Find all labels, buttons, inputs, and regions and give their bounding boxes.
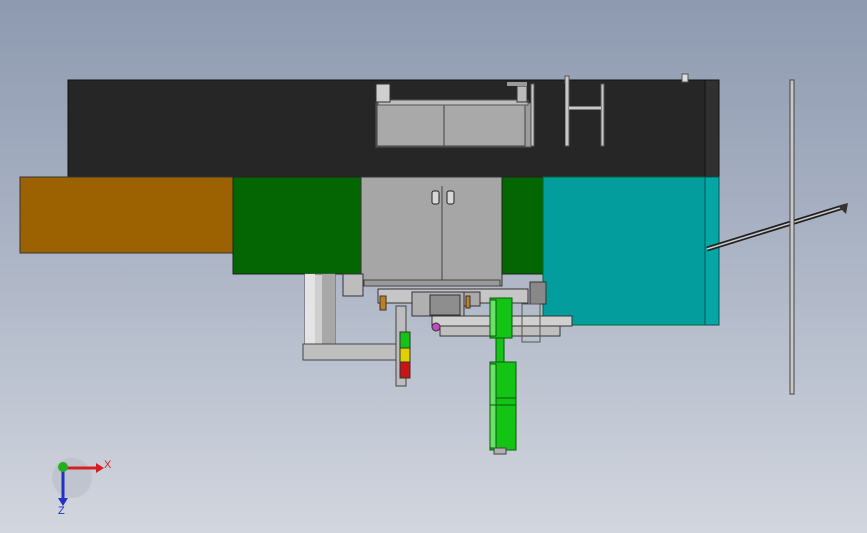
- green-panel-left: [232, 176, 362, 275]
- signal-light-tower: [399, 331, 411, 379]
- vertical-rod: [789, 79, 795, 395]
- l-bracket: [302, 343, 411, 361]
- coordinate-triad: X Z: [52, 458, 112, 517]
- cabinet-handle-left: [431, 190, 440, 205]
- brown-side-panel: [19, 176, 236, 254]
- x-axis-label: X: [104, 459, 112, 471]
- y-axis-dot: [58, 462, 68, 472]
- green-panel-right: [501, 176, 546, 275]
- z-axis-label: Z: [58, 505, 65, 517]
- cyan-panel: [542, 176, 720, 326]
- grey-support-column: [304, 273, 336, 345]
- top-frame-right-edge: [704, 79, 720, 178]
- upper-cabinet: [376, 103, 526, 147]
- top-bracket: [375, 83, 391, 103]
- cabinet-handle-right: [446, 190, 455, 205]
- diagonal-arm: [706, 203, 848, 252]
- cad-viewport[interactable]: X Z: [0, 0, 867, 533]
- machine-assembly-drawing: X Z: [19, 73, 848, 517]
